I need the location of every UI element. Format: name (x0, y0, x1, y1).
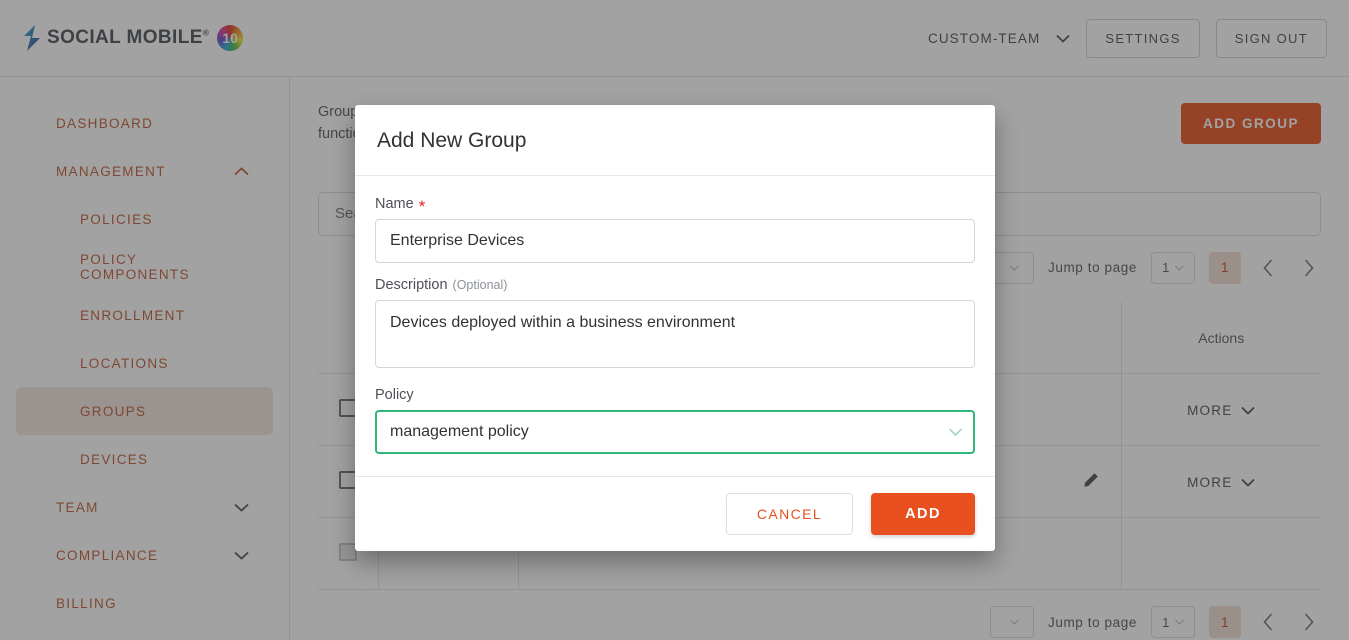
description-field-label: Description (Optional) (375, 277, 975, 293)
policy-label-text: Policy (375, 387, 414, 403)
cancel-button[interactable]: CANCEL (725, 493, 854, 535)
description-label-text: Description (375, 277, 448, 293)
app-root: SOCIAL MOBILE® 10 CUSTOM-TEAM SETTINGS S… (0, 0, 1349, 640)
policy-select-wrapper (375, 410, 975, 454)
dialog-footer: CANCEL ADD (355, 476, 995, 551)
group-description-textarea[interactable]: Devices deployed within a business envir… (375, 300, 975, 368)
description-optional-note: (Optional) (452, 278, 508, 292)
policy-field-label: Policy (375, 387, 975, 403)
add-button[interactable]: ADD (871, 493, 975, 535)
name-label-text: Name (375, 196, 414, 212)
group-name-input[interactable] (375, 219, 975, 263)
add-group-dialog: Add New Group Name * Description (Option… (355, 105, 995, 551)
policy-select-input[interactable] (375, 410, 975, 454)
dialog-body: Name * Description (Optional) Devices de… (355, 176, 995, 476)
name-field-label: Name * (375, 196, 426, 216)
dialog-header: Add New Group (355, 105, 995, 176)
dialog-title: Add New Group (377, 129, 527, 152)
